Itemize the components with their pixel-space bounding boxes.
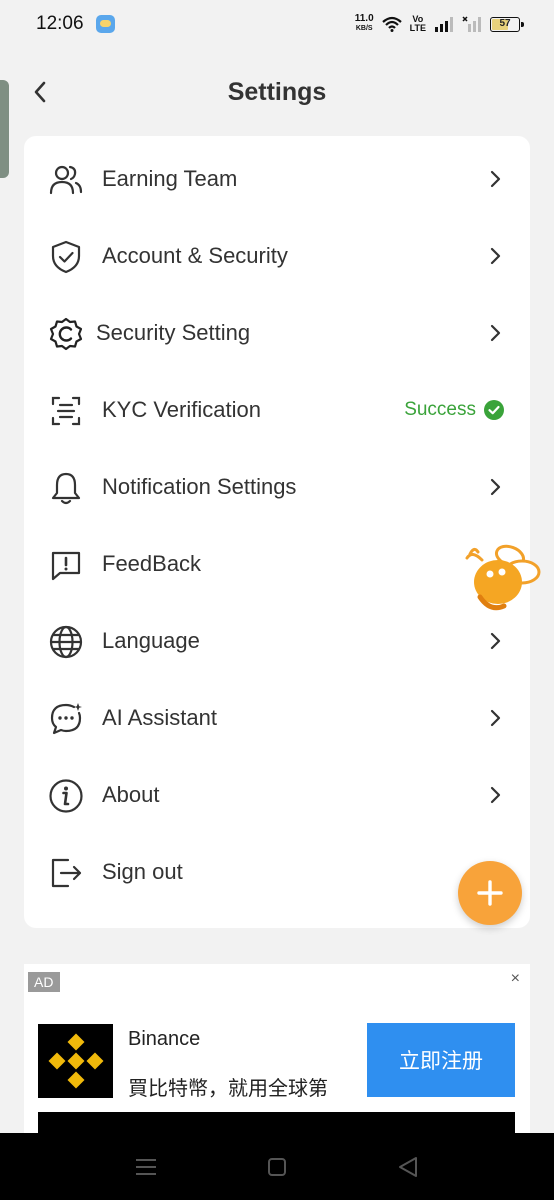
settings-item-label: FeedBack [102, 550, 202, 576]
battery-level: 57 [499, 17, 511, 29]
settings-item-label: Earning Team [102, 165, 238, 191]
ad-badge-label: AD [34, 974, 54, 990]
system-nav-bar [0, 1133, 554, 1200]
settings-item-account-security[interactable]: Account & Security [24, 217, 530, 294]
kyc-status: Success [404, 399, 504, 421]
ad-title: Binance [128, 1028, 201, 1050]
volte-bottom: LTE [409, 23, 426, 33]
settings-item-label: Account & Security [102, 242, 288, 268]
ad-close-button[interactable]: × [511, 970, 520, 988]
globe-icon [49, 625, 83, 659]
header: Settings [0, 62, 554, 122]
chevron-right-icon [490, 632, 501, 650]
team-icon [49, 165, 83, 195]
ad-signup-button[interactable]: 立即注册 [367, 1023, 515, 1097]
network-speed-value: 11.0 [354, 13, 374, 24]
status-time: 12:06 [36, 13, 84, 34]
settings-item-sign-out[interactable]: Sign out [24, 833, 530, 910]
kyc-status-text: Success [404, 398, 476, 420]
battery-indicator: 57 [490, 16, 524, 32]
chevron-right-icon [490, 324, 501, 342]
settings-item-feedback[interactable]: FeedBack [24, 525, 530, 602]
settings-item-notification-settings[interactable]: Notification Settings [24, 448, 530, 525]
volte-indicator: Vo LTE [410, 15, 426, 33]
chevron-right-icon [490, 478, 501, 496]
page-title: Settings [227, 78, 327, 106]
bee-mascot-icon[interactable] [464, 542, 542, 614]
settings-item-label: Language [102, 627, 200, 653]
feedback-icon [51, 551, 81, 581]
chevron-right-icon [490, 247, 501, 265]
settings-item-about[interactable]: About [24, 756, 530, 833]
shield-icon [51, 240, 81, 274]
ad-description: 買比特幣，就用全球第 [128, 1078, 328, 1100]
status-indicators: 11.0 KB/S Vo LTE 57 [355, 12, 524, 36]
settings-list: Earning Team Account & Security Security… [24, 136, 530, 928]
chevron-right-icon [490, 786, 501, 804]
ad-media [38, 1112, 515, 1134]
home-icon[interactable] [263, 1153, 291, 1181]
settings-item-label: About [102, 781, 160, 807]
status-bar: 12:06 11.0 KB/S Vo LTE 57 [0, 0, 554, 50]
settings-item-earning-team[interactable]: Earning Team [24, 140, 530, 217]
settings-item-kyc-verification[interactable]: KYC Verification Success [24, 371, 530, 448]
settings-item-label: AI Assistant [102, 704, 217, 730]
check-circle-icon [484, 399, 504, 420]
sign-out-icon [51, 858, 82, 888]
back-triangle-icon[interactable] [394, 1153, 422, 1181]
settings-item-label: Notification Settings [102, 473, 297, 499]
settings-item-label: Sign out [102, 858, 183, 884]
weather-app-icon [96, 15, 115, 33]
signal-no-service-icon [462, 16, 481, 32]
settings-item-language[interactable]: Language [24, 602, 530, 679]
settings-item-label: Security Setting [96, 319, 251, 345]
network-speed-unit: KB/S [355, 25, 373, 32]
wifi-icon [381, 16, 402, 32]
signal-icon [435, 17, 453, 32]
ad-banner[interactable]: AD × Binance 買比特幣，就用全球第 立即注册 [24, 964, 530, 1134]
binance-logo-icon [48, 1033, 103, 1089]
scan-icon [51, 396, 81, 426]
network-speed: 11.0 KB/S [355, 14, 374, 34]
menu-icon[interactable] [132, 1153, 160, 1181]
settings-item-ai-assistant[interactable]: AI Assistant [24, 679, 530, 756]
chat-icon [50, 703, 82, 735]
chevron-right-icon [490, 170, 501, 188]
settings-item-security-setting[interactable]: Security Setting [24, 294, 530, 371]
binance-logo [38, 1024, 113, 1098]
settings-item-label: KYC Verification [102, 396, 261, 422]
plus-icon [477, 880, 503, 906]
ad-badge: AD [28, 972, 61, 992]
add-button[interactable] [458, 861, 522, 925]
info-icon [49, 779, 83, 813]
chevron-right-icon [490, 709, 501, 727]
gear-icon [49, 317, 83, 351]
bell-icon [51, 472, 81, 505]
